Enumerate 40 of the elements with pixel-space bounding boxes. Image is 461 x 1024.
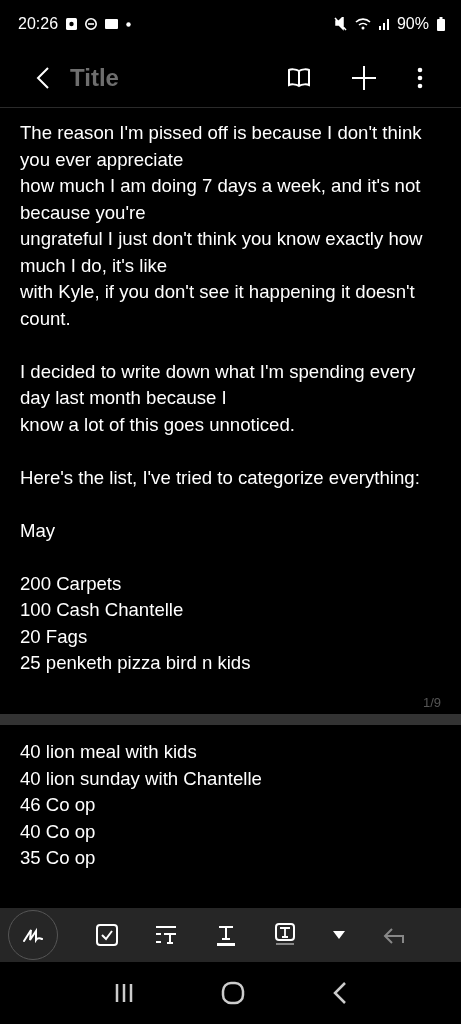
note-line: with Kyle, if you don't see it happening it doesn't count. <box>20 280 416 331</box>
voicemail-icon <box>105 19 119 29</box>
note-line: 40 Co op <box>20 819 97 844</box>
status-time: 20:26 <box>18 15 59 33</box>
page-number: 1/9 <box>422 695 441 710</box>
notification-icon <box>66 18 78 30</box>
undo-icon[interactable] <box>382 926 405 944</box>
battery-icon <box>437 17 445 31</box>
signal-icon <box>378 18 389 30</box>
back-nav-icon[interactable] <box>333 981 348 1005</box>
note-title[interactable]: Title <box>70 63 119 92</box>
more-options-icon[interactable] <box>417 66 423 89</box>
mute-icon <box>333 17 347 31</box>
dropdown-icon[interactable] <box>332 931 345 939</box>
note-line: 46 Co op <box>20 793 97 817</box>
book-icon[interactable] <box>287 67 311 88</box>
note-line: 20 Fags <box>20 624 89 649</box>
back-icon[interactable] <box>36 65 50 90</box>
note-line: know a lot of this goes unnoticed. <box>20 412 296 437</box>
text-style-icon[interactable] <box>156 925 179 945</box>
recent-apps-icon[interactable] <box>113 983 134 1003</box>
note-line: 40 lion sunday with Chantelle <box>20 766 263 791</box>
wifi-icon <box>354 18 371 30</box>
pen-icon <box>22 927 44 943</box>
note-line: May <box>20 518 57 543</box>
do-not-disturb-icon <box>85 18 98 30</box>
text-highlight-icon[interactable] <box>274 923 295 947</box>
battery-percent: 90% <box>396 15 429 33</box>
note-line: 100 Cash Chantelle <box>20 598 185 622</box>
add-icon[interactable] <box>351 64 377 91</box>
note-line: 200 Carpets <box>20 571 123 596</box>
note-line: 25 penketh pizza bird n kids <box>20 651 252 675</box>
home-icon[interactable] <box>221 981 246 1005</box>
text-color-icon[interactable] <box>216 924 237 946</box>
checkbox-icon[interactable] <box>96 924 119 946</box>
note-line: Here's the list, I've tried to categorize everything: <box>20 465 421 490</box>
note-line: 40 lion meal with kids <box>20 740 198 764</box>
dot-icon <box>126 21 132 27</box>
note-line: 35 Co op <box>20 846 97 870</box>
handwriting-button[interactable] <box>8 910 58 960</box>
